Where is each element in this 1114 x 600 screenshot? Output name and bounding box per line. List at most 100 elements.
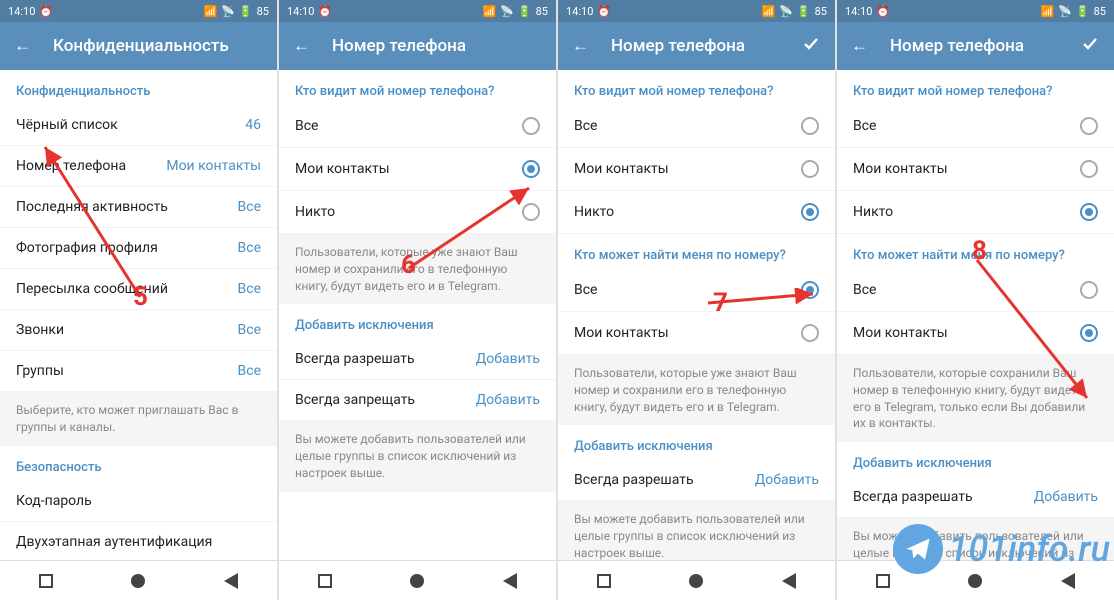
label: Номер телефона [16,158,126,174]
option-contacts[interactable]: Мои контакты [837,148,1114,191]
nav-back-icon[interactable] [782,573,796,589]
confirm-icon[interactable] [1080,34,1100,59]
content: Кто видит мой номер телефона? Все Мои ко… [837,70,1114,560]
add-link: Добавить [476,351,540,367]
status-bar: 14:10⏰ 📶📡🔋85 [279,0,556,22]
nav-recent-icon[interactable] [597,574,611,588]
status-bar: 14:10⏰ 📶📡🔋85 [558,0,835,22]
item-always-allow[interactable]: Всегда разрешатьДобавить [837,477,1114,518]
label: Все [574,282,597,298]
nav-recent-icon[interactable] [318,574,332,588]
back-icon[interactable]: ← [851,36,868,56]
label: Чёрный список [16,117,118,133]
item-calls[interactable]: ЗвонкиВсе [0,310,277,351]
back-icon[interactable]: ← [572,36,589,56]
item-2fa[interactable]: Двухэтапная аутентификация [0,522,277,560]
item-passcode[interactable]: Код-пароль [0,481,277,522]
item-phone[interactable]: Номер телефонаМои контакты [0,146,277,187]
hint-groups: Выберите, кто может приглашать Вас в гру… [0,392,277,446]
item-lastseen[interactable]: Последняя активностьВсе [0,187,277,228]
value: Все [238,240,261,256]
option-everybody[interactable]: Все [837,105,1114,148]
value: Все [238,363,261,379]
radio-icon [1080,160,1098,178]
item-always-allow[interactable]: Всегда разрешатьДобавить [558,460,835,501]
titlebar: ← Номер телефона [279,22,556,70]
label: Мои контакты [574,161,669,177]
option-find-contacts[interactable]: Мои контакты [837,312,1114,355]
radio-icon [801,203,819,221]
item-photo[interactable]: Фотография профиляВсе [0,228,277,269]
item-blacklist[interactable]: Чёрный список 46 [0,105,277,146]
signal-icon: 📶 [1041,5,1055,18]
item-always-allow[interactable]: Всегда разрешатьДобавить [279,339,556,380]
item-groups[interactable]: Группы Все [0,351,277,392]
content: Кто видит мой номер телефона? Все Мои ко… [279,70,556,560]
radio-icon [522,160,540,178]
option-nobody[interactable]: Никто [279,191,556,234]
nav-home-icon[interactable] [410,574,424,588]
label: Группы [16,363,64,379]
label: Код-пароль [16,493,92,509]
radio-icon [522,203,540,221]
label: Всегда разрешать [574,472,694,488]
label: Мои контакты [853,161,948,177]
option-find-everybody[interactable]: Все [558,269,835,312]
label: Все [853,118,876,134]
nav-recent-icon[interactable] [39,574,53,588]
alarm-icon: ⏰ [39,5,53,18]
nav-home-icon[interactable] [131,574,145,588]
section-who-finds: Кто может найти меня по номеру? [558,234,835,269]
option-find-contacts[interactable]: Мои контакты [558,312,835,355]
option-nobody[interactable]: Никто [837,191,1114,234]
option-everybody[interactable]: Все [279,105,556,148]
screen-phone-3: 14:10⏰ 📶📡🔋85 ← Номер телефона Кто видит … [837,0,1114,600]
value: Все [238,199,261,215]
hint-exceptions: Вы можете добавить пользователей или цел… [837,518,1114,560]
value: Все [238,322,261,338]
clock: 14:10 [566,5,593,18]
radio-icon [801,281,819,299]
back-icon[interactable]: ← [293,36,310,56]
titlebar: ← Номер телефона [837,22,1114,70]
label: Все [853,282,876,298]
page-title: Номер телефона [890,36,1024,56]
label: Никто [574,204,614,220]
page-title: Номер телефона [611,36,745,56]
nav-back-icon[interactable] [224,573,238,589]
item-always-deny[interactable]: Всегда запрещатьДобавить [279,380,556,421]
confirm-icon[interactable] [801,34,821,59]
screen-phone-2: 14:10⏰ 📶📡🔋85 ← Номер телефона Кто видит … [558,0,835,600]
signal-icon: 📶 [483,5,497,18]
option-find-everybody[interactable]: Все [837,269,1114,312]
section-who-sees: Кто видит мой номер телефона? [837,70,1114,105]
nav-home-icon[interactable] [689,574,703,588]
option-nobody[interactable]: Никто [558,191,835,234]
battery-percent: 85 [536,5,548,18]
option-contacts[interactable]: Мои контакты [558,148,835,191]
content: Конфиденциальность Чёрный список46 Номер… [0,70,277,560]
section-who-finds: Кто может найти меня по номеру? [837,234,1114,269]
content: Кто видит мой номер телефона? Все Мои ко… [558,70,835,560]
item-forward[interactable]: Пересылка сообщенийВсе [0,269,277,310]
value: Все [238,281,261,297]
radio-icon [1080,117,1098,135]
nav-back-icon[interactable] [1061,573,1075,589]
wifi-icon: 📡 [779,5,793,18]
nav-home-icon[interactable] [968,574,982,588]
label: Всегда разрешать [853,489,973,505]
back-icon[interactable]: ← [14,36,31,56]
nav-recent-icon[interactable] [876,574,890,588]
value: 46 [245,117,261,133]
section-exceptions: Добавить исключения [279,304,556,339]
label: Всегда запрещать [295,392,415,408]
screen-phone-1: 14:10⏰ 📶📡🔋85 ← Номер телефона Кто видит … [279,0,556,600]
label: Никто [853,204,893,220]
radio-icon [801,324,819,342]
label: Мои контакты [574,325,669,341]
signal-icon: 📶 [204,5,218,18]
nav-back-icon[interactable] [503,573,517,589]
option-contacts[interactable]: Мои контакты [279,148,556,191]
option-everybody[interactable]: Все [558,105,835,148]
radio-icon [801,117,819,135]
